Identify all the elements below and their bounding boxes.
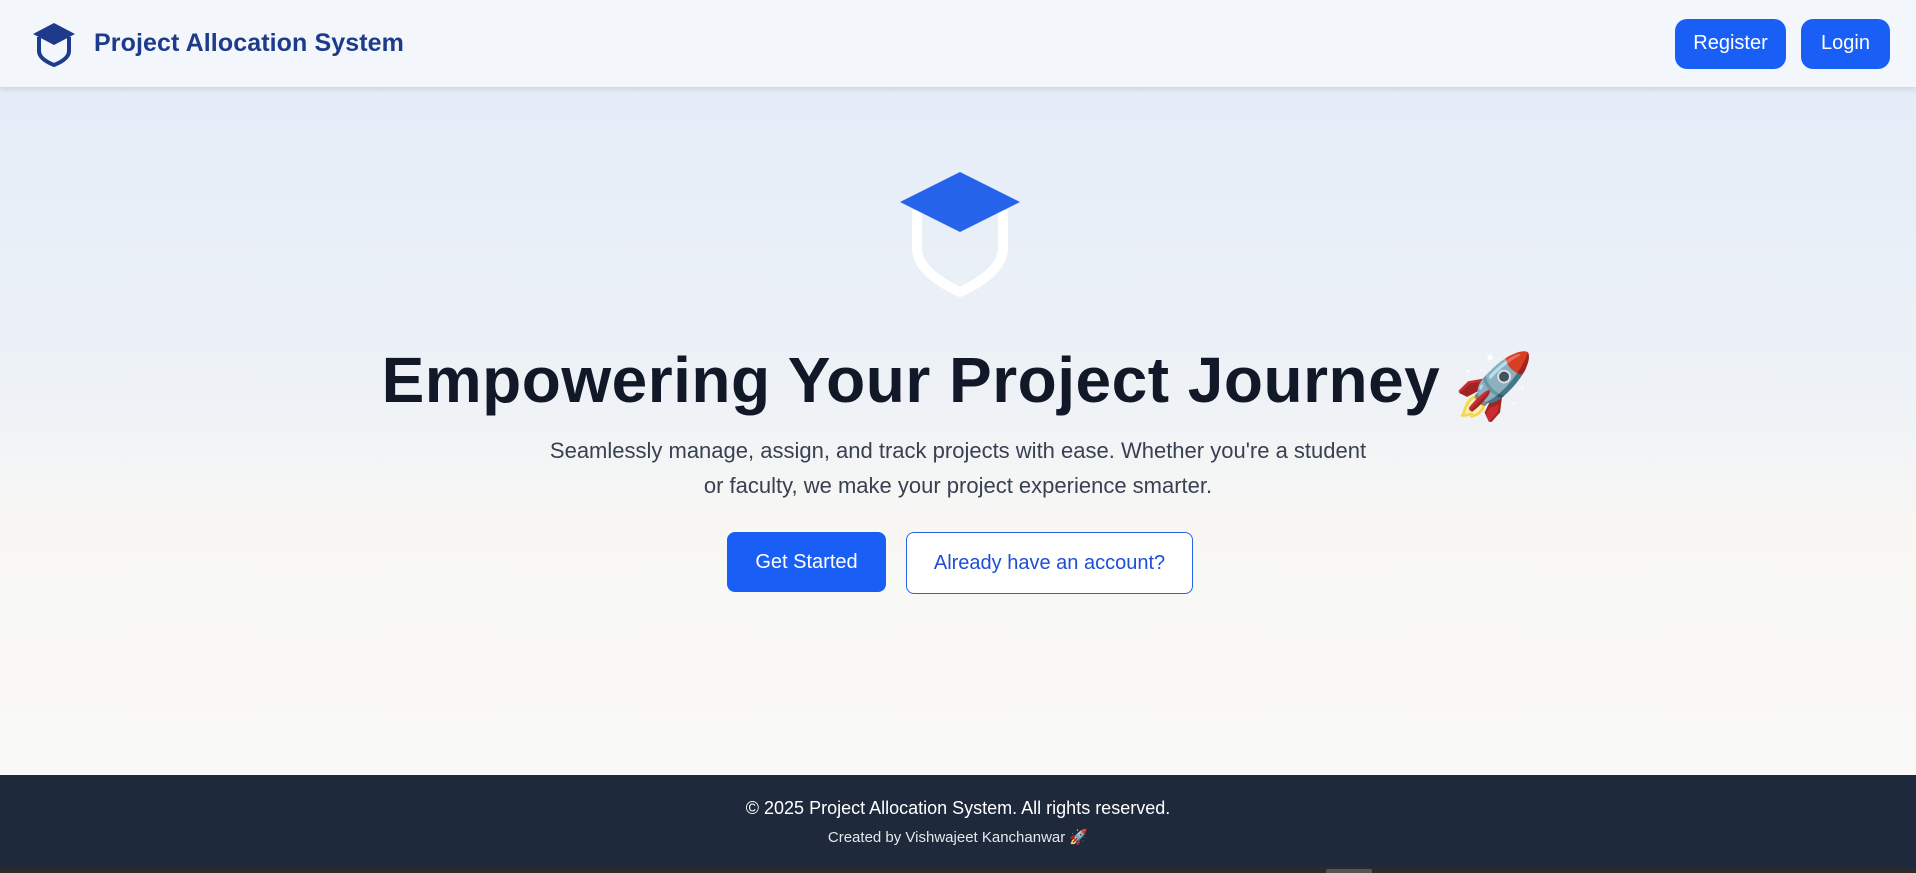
footer-credit: Created by Vishwajeet Kanchanwar 🚀 <box>827 829 1089 846</box>
footer-copyright: © 2025 Project Allocation System. All ri… <box>745 798 1171 818</box>
hero-subtitle: Seamlessly manage, assign, and track pro… <box>549 438 1367 498</box>
hero-title-text: Empowering Your Project Journey <box>381 344 1441 416</box>
scroll-nub <box>1326 869 1372 873</box>
graduation-cap-shield-icon <box>33 22 75 67</box>
get-started-button[interactable]: Get Started <box>727 532 886 592</box>
app-title: Project Allocation System <box>94 29 404 57</box>
register-button[interactable]: Register <box>1675 18 1786 69</box>
nav-actions: Register Login <box>1675 18 1890 69</box>
hero-title: Empowering Your Project Journey 🚀 <box>0 343 1916 424</box>
navbar: Project Allocation System Register Login <box>0 0 1916 87</box>
footer: © 2025 Project Allocation System. All ri… <box>0 775 1916 867</box>
login-button[interactable]: Login <box>1801 18 1890 69</box>
graduation-cap-shield-icon <box>900 172 1020 297</box>
brand[interactable]: Project Allocation System <box>32 21 404 67</box>
rocket-emoji: 🚀 <box>1454 350 1535 422</box>
window-bottom-edge <box>0 867 1916 873</box>
cta-buttons: Get Started Already have an account? <box>727 532 1193 594</box>
hero-section: Empowering Your Project Journey 🚀 Seamles… <box>0 87 1916 775</box>
already-have-account-button[interactable]: Already have an account? <box>906 532 1193 594</box>
